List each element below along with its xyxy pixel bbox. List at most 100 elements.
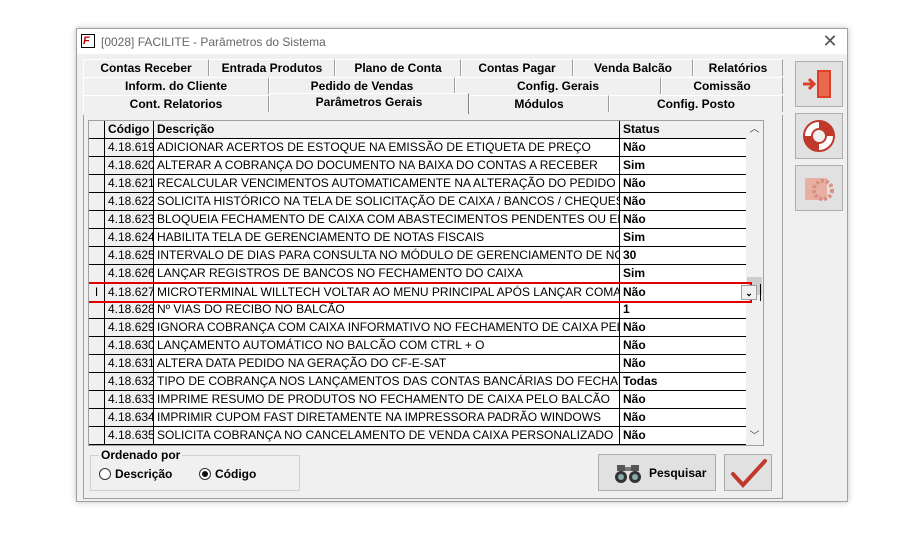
row-description: IGNORA COBRANÇA COM CAIXA INFORMATIVO NO… [154, 319, 620, 336]
tab-config-gerais[interactable]: Config. Gerais [455, 77, 661, 94]
tab-plano-de-conta[interactable]: Plano de Conta [335, 59, 461, 76]
row-description: IMPRIME RESUMO DE PRODUTOS NO FECHAMENTO… [154, 391, 620, 408]
scroll-up-icon[interactable]: ︿ [746, 121, 763, 138]
row-indicator[interactable] [89, 391, 105, 408]
confirm-button[interactable] [724, 454, 772, 491]
row-status-value: Sim [623, 158, 646, 172]
exit-button[interactable] [795, 61, 843, 107]
tab-pedido-vendas[interactable]: Pedido de Vendas [269, 77, 455, 94]
row-indicator[interactable] [89, 211, 105, 228]
radio-codigo[interactable] [199, 468, 211, 480]
title-bar: F [0028] FACILITE - Parâmetros do Sistem… [77, 29, 847, 54]
row-status-value: Todas [623, 374, 658, 388]
tab-comissao[interactable]: Comissão [661, 77, 783, 94]
row-status[interactable]: Não [620, 193, 761, 210]
row-status[interactable]: Não ⌄ [620, 284, 761, 301]
row-description: LANÇAMENTO AUTOMÁTICO NO BALCÃO COM CTRL… [154, 337, 620, 354]
row-code: 4.18.620 [105, 157, 154, 174]
tab-entrada-produtos[interactable]: Entrada Produtos [209, 59, 335, 76]
app-icon-letter: F [83, 35, 90, 47]
radio-codigo-label[interactable]: Código [215, 467, 256, 481]
tab-cont-relatorios[interactable]: Cont. Relatorios [83, 95, 269, 112]
table-row[interactable]: 4.18.629 IGNORA COBRANÇA COM CAIXA INFORM… [89, 319, 761, 337]
tab-contas-pagar[interactable]: Contas Pagar [461, 59, 573, 76]
row-indicator[interactable] [89, 355, 105, 372]
radio-descricao[interactable] [99, 468, 111, 480]
row-status[interactable]: Todas [620, 373, 761, 390]
table-row[interactable]: 4.18.624 HABILITA TELA DE GERENCIAMENTO D… [89, 229, 761, 247]
settings-button[interactable] [795, 165, 843, 211]
tab-venda-balcao[interactable]: Venda Balcão [573, 59, 693, 76]
row-indicator[interactable] [89, 175, 105, 192]
row-status[interactable]: Não [620, 211, 761, 228]
close-icon[interactable]: ✕ [821, 32, 839, 50]
header-status[interactable]: Status [620, 121, 761, 138]
table-row[interactable]: 4.18.635 SOLICITA COBRANÇA NO CANCELAMENT… [89, 427, 761, 445]
row-status[interactable]: Não [620, 337, 761, 354]
table-row[interactable]: 4.18.620 ALTERAR A COBRANÇA DO DOCUMENTO … [89, 157, 761, 175]
row-indicator[interactable] [89, 319, 105, 336]
row-status[interactable]: 1 [620, 301, 761, 318]
parameters-window: F [0028] FACILITE - Parâmetros do Sistem… [76, 28, 848, 502]
row-status[interactable]: Não [620, 139, 761, 156]
tab-contas-receber[interactable]: Contas Receber [83, 59, 209, 76]
row-status[interactable]: Sim [620, 157, 761, 174]
tab-config-posto[interactable]: Config. Posto [609, 95, 783, 112]
row-indicator[interactable] [89, 337, 105, 354]
row-indicator[interactable] [89, 409, 105, 426]
scroll-down-icon[interactable]: ﹀ [746, 428, 763, 445]
row-status[interactable]: Não [620, 175, 761, 192]
row-status[interactable]: Não [620, 319, 761, 336]
row-status[interactable]: Não [620, 427, 761, 444]
row-indicator[interactable] [89, 373, 105, 390]
row-indicator[interactable] [89, 229, 105, 246]
row-indicator[interactable] [89, 247, 105, 264]
table-row[interactable]: 4.18.622 SOLICITA HISTÓRICO NA TELA DE SO… [89, 193, 761, 211]
table-row[interactable]: 4.18.623 BLOQUEIA FECHAMENTO DE CAIXA COM… [89, 211, 761, 229]
help-button[interactable] [795, 113, 843, 159]
row-indicator[interactable] [89, 301, 105, 318]
row-status[interactable]: Não [620, 355, 761, 372]
table-row[interactable]: 4.18.631 ALTERA DATA PEDIDO NA GERAÇÃO DO… [89, 355, 761, 373]
row-status-value: 1 [623, 302, 630, 316]
row-status[interactable]: Não [620, 409, 761, 426]
tab-parametros-gerais[interactable]: Parâmetros Gerais [269, 93, 469, 114]
tab-relatorios[interactable]: Relatórios [693, 59, 783, 76]
table-row[interactable]: 4.18.634 IMPRIMIR CUPOM FAST DIRETAMENTE … [89, 409, 761, 427]
row-description: Nº VIAS DO RECIBO NO BALCÃO [154, 301, 620, 318]
search-button[interactable]: Pesquisar [598, 454, 716, 491]
row-status[interactable]: Sim [620, 229, 761, 246]
tab-modulos[interactable]: Módulos [469, 95, 609, 112]
table-row[interactable]: 4.18.619 ADICIONAR ACERTOS DE ESTOQUE NA … [89, 139, 761, 157]
header-code[interactable]: Código [105, 121, 154, 138]
table-row[interactable]: 4.18.625 INTERVALO DE DIAS PARA CONSULTA … [89, 247, 761, 265]
row-indicator[interactable] [89, 157, 105, 174]
table-row-selected[interactable]: I 4.18.627 MICROTERMINAL WILLTECH VOLTAR A… [89, 282, 761, 303]
table-row[interactable]: 4.18.633 IMPRIME RESUMO DE PRODUTOS NO FE… [89, 391, 761, 409]
row-status[interactable]: 30 [620, 247, 761, 264]
table-row[interactable]: 4.18.626 LANÇAR REGISTROS DE BANCOS NO FE… [89, 265, 761, 283]
chevron-down-icon[interactable]: ⌄ [741, 285, 757, 300]
row-code: 4.18.630 [105, 337, 154, 354]
row-description: RECALCULAR VENCIMENTOS AUTOMATICAMENTE N… [154, 175, 620, 192]
row-status-value: Não [623, 338, 646, 352]
row-status[interactable]: Sim [620, 265, 761, 282]
header-description[interactable]: Descrição [154, 121, 620, 138]
row-code: 4.18.619 [105, 139, 154, 156]
table-row[interactable]: 4.18.628 Nº VIAS DO RECIBO NO BALCÃO 1 [89, 301, 761, 319]
radio-descricao-label[interactable]: Descrição [115, 467, 172, 481]
row-indicator[interactable] [89, 265, 105, 282]
row-status-value: Não [623, 285, 646, 299]
table-row[interactable]: 4.18.621 RECALCULAR VENCIMENTOS AUTOMATIC… [89, 175, 761, 193]
row-indicator[interactable] [89, 193, 105, 210]
row-indicator[interactable] [89, 139, 105, 156]
parameters-grid[interactable]: Código Descrição Status 4.18.619 ADICIONA… [88, 120, 764, 446]
row-status[interactable]: Não [620, 391, 761, 408]
table-row[interactable]: 4.18.632 TIPO DE COBRANÇA NOS LANÇAMENTOS… [89, 373, 761, 391]
row-indicator[interactable] [89, 427, 105, 444]
tab-inform-cliente[interactable]: Inform. do Cliente [83, 77, 269, 94]
row-description: MICROTERMINAL WILLTECH VOLTAR AO MENU PR… [154, 284, 620, 301]
row-indicator[interactable]: I [89, 284, 105, 301]
row-status-value: 30 [623, 248, 637, 262]
table-row[interactable]: 4.18.630 LANÇAMENTO AUTOMÁTICO NO BALCÃO … [89, 337, 761, 355]
